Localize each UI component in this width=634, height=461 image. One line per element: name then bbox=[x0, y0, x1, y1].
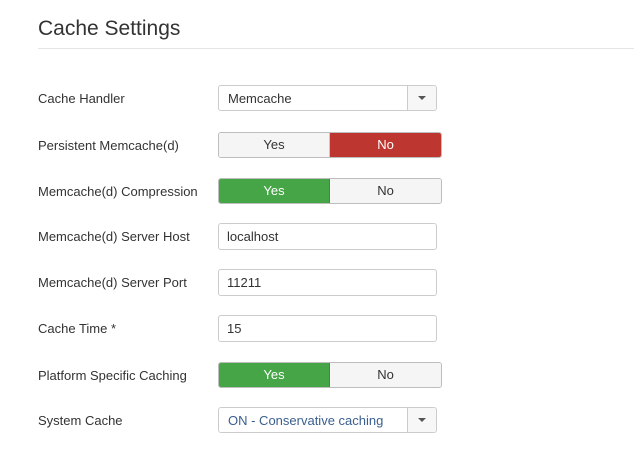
memcache-compression-row: Memcache(d) Compression Yes No bbox=[0, 178, 634, 206]
persistent-memcache-toggle: Yes No bbox=[218, 132, 442, 158]
memcache-compression-toggle: Yes No bbox=[218, 178, 442, 204]
system-cache-dropdown-button[interactable] bbox=[407, 408, 436, 432]
persistent-memcache-yes-button[interactable]: Yes bbox=[219, 133, 330, 157]
system-cache-label: System Cache bbox=[38, 413, 123, 428]
platform-caching-no-button[interactable]: No bbox=[330, 363, 441, 387]
persistent-memcache-no-button[interactable]: No bbox=[330, 133, 441, 157]
memcache-compression-no-button[interactable]: No bbox=[330, 179, 441, 203]
memcache-compression-label: Memcache(d) Compression bbox=[38, 184, 198, 199]
cache-time-input[interactable] bbox=[218, 315, 437, 342]
cache-handler-row: Cache Handler Memcache bbox=[0, 85, 634, 113]
persistent-memcache-label: Persistent Memcache(d) bbox=[38, 138, 179, 153]
cache-handler-label: Cache Handler bbox=[38, 91, 125, 106]
chevron-down-icon bbox=[418, 418, 426, 422]
system-cache-value: ON - Conservative caching bbox=[228, 413, 384, 428]
memcache-compression-yes-button[interactable]: Yes bbox=[219, 179, 330, 203]
platform-caching-label: Platform Specific Caching bbox=[38, 368, 187, 383]
system-cache-select[interactable]: ON - Conservative caching bbox=[218, 407, 437, 433]
server-host-label: Memcache(d) Server Host bbox=[38, 229, 190, 244]
chevron-down-icon bbox=[418, 96, 426, 100]
page-title: Cache Settings bbox=[38, 17, 181, 40]
cache-handler-value: Memcache bbox=[228, 91, 292, 106]
title-divider bbox=[38, 48, 634, 49]
server-port-input[interactable] bbox=[218, 269, 437, 296]
server-host-row: Memcache(d) Server Host bbox=[0, 223, 634, 251]
persistent-memcache-row: Persistent Memcache(d) Yes No bbox=[0, 132, 634, 160]
cache-time-row: Cache Time * bbox=[0, 315, 634, 343]
system-cache-row: System Cache ON - Conservative caching bbox=[0, 407, 634, 435]
platform-caching-row: Platform Specific Caching Yes No bbox=[0, 362, 634, 390]
cache-handler-select[interactable]: Memcache bbox=[218, 85, 437, 111]
server-port-label: Memcache(d) Server Port bbox=[38, 275, 187, 290]
server-host-input[interactable] bbox=[218, 223, 437, 250]
cache-handler-dropdown-button[interactable] bbox=[407, 86, 436, 110]
cache-time-label: Cache Time * bbox=[38, 321, 117, 336]
platform-caching-yes-button[interactable]: Yes bbox=[219, 363, 330, 387]
server-port-row: Memcache(d) Server Port bbox=[0, 269, 634, 297]
platform-caching-toggle: Yes No bbox=[218, 362, 442, 388]
